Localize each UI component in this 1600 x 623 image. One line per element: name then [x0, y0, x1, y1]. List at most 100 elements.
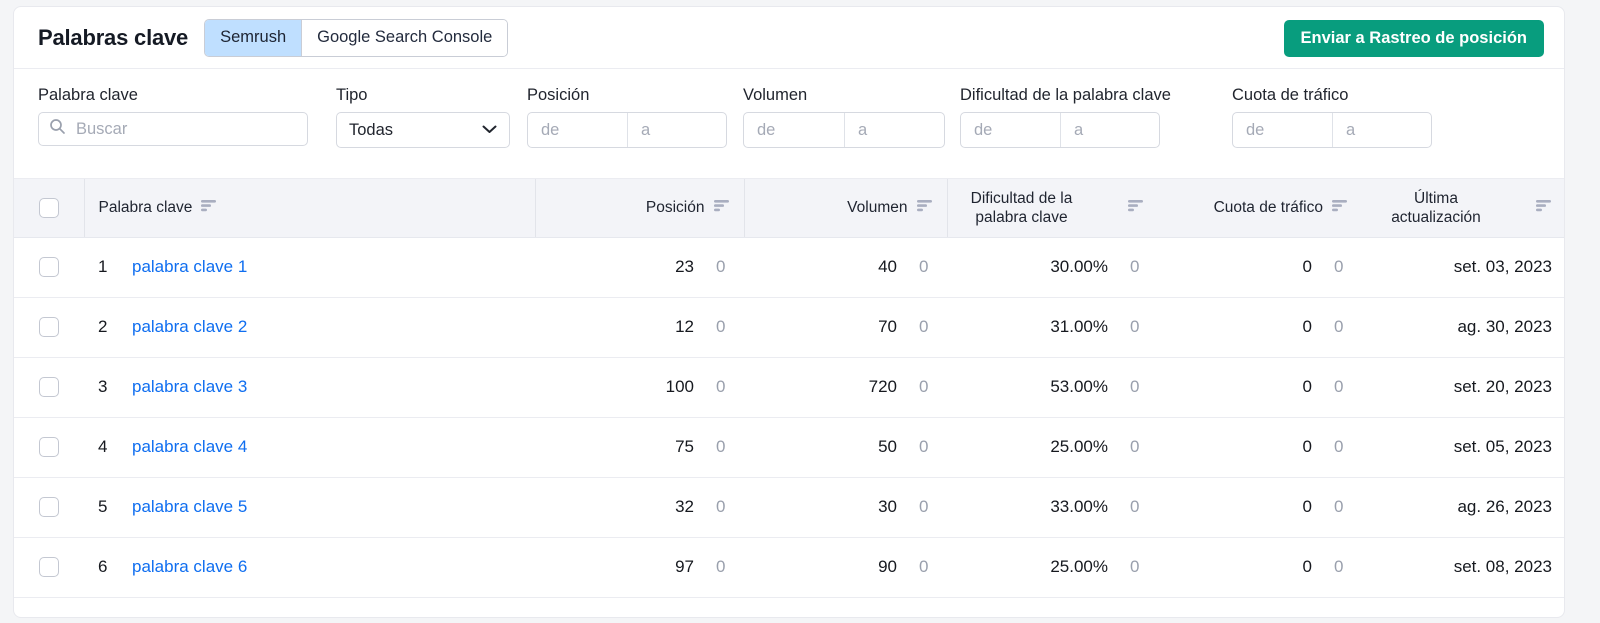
keyword-link[interactable]: palabra clave 4 — [132, 437, 247, 457]
traffic-share-delta: 0 — [1334, 377, 1344, 396]
last-update-cell: set. 20, 2023 — [1362, 357, 1564, 418]
column-header-traffic-share-label: Cuota de tráfico — [1213, 199, 1323, 217]
filter-volume-label: Volumen — [743, 86, 808, 104]
column-header-position-label: Posición — [645, 199, 705, 217]
filter-position: Posición — [527, 85, 727, 148]
position-value: 100 — [665, 377, 694, 396]
position-from-input[interactable] — [528, 113, 627, 147]
row-checkbox[interactable] — [39, 317, 59, 338]
keyword-difficulty-value: 53.00% — [1050, 377, 1108, 396]
column-header-position[interactable]: Posición — [534, 179, 744, 238]
traffic-share-from-input[interactable] — [1233, 113, 1332, 147]
select-all-checkbox[interactable] — [38, 197, 59, 218]
row-checkbox[interactable] — [39, 377, 59, 398]
table-row: 4 palabra clave 4 75 0 50 0 25.00% 0 0 0… — [14, 417, 1564, 478]
sort-icon[interactable] — [1536, 199, 1552, 217]
keyword-cell: 2 palabra clave 2 — [84, 297, 535, 358]
volume-from-input[interactable] — [744, 113, 844, 147]
volume-value: 90 — [878, 557, 897, 576]
volume-delta: 0 — [919, 257, 929, 276]
tab-google-search-console[interactable]: Google Search Console — [301, 19, 508, 56]
keyword-difficulty-to-input[interactable] — [1060, 113, 1159, 147]
keyword-link[interactable]: palabra clave 2 — [132, 317, 247, 337]
keyword-difficulty-from-input[interactable] — [961, 113, 1060, 147]
traffic-share-to-input[interactable] — [1332, 113, 1431, 147]
position-cell: 100 0 — [535, 357, 744, 418]
filter-traffic-share-label: Cuota de tráfico — [1232, 86, 1349, 104]
traffic-share-value: 0 — [1302, 497, 1312, 516]
last-update-cell: ag. 26, 2023 — [1362, 477, 1564, 538]
position-to-input[interactable] — [627, 113, 726, 147]
keyword-difficulty-cell: 25.00% 0 — [947, 417, 1158, 478]
column-header-keyword[interactable]: Palabra clave — [84, 179, 535, 238]
volume-value: 40 — [878, 257, 897, 276]
position-delta: 0 — [716, 377, 726, 396]
column-header-volume-label: Volumen — [847, 199, 908, 217]
column-header-traffic-share[interactable]: Cuota de tráfico — [1158, 179, 1362, 238]
keyword-difficulty-value: 31.00% — [1050, 317, 1108, 336]
position-cell: 75 0 — [535, 417, 744, 478]
column-header-keyword-difficulty[interactable]: Dificultad de la palabra clave — [946, 179, 1158, 238]
traffic-share-cell: 0 0 — [1158, 297, 1362, 358]
keyword-difficulty-delta: 0 — [1130, 497, 1140, 516]
traffic-share-cell: 0 0 — [1158, 477, 1362, 538]
column-header-volume[interactable]: Volumen — [743, 179, 947, 238]
page-title: Palabras clave — [38, 24, 189, 50]
traffic-share-range — [1232, 112, 1432, 148]
row-select-cell — [14, 417, 84, 478]
sort-icon[interactable] — [713, 199, 730, 217]
row-checkbox[interactable] — [39, 497, 59, 518]
table-row: 6 palabra clave 6 97 0 90 0 25.00% 0 0 0… — [14, 537, 1564, 598]
position-cell: 97 0 — [535, 537, 744, 598]
row-select-cell — [14, 537, 84, 598]
keyword-difficulty-value: 33.00% — [1050, 497, 1108, 516]
position-value: 97 — [675, 557, 694, 576]
row-checkbox[interactable] — [39, 437, 59, 458]
search-box[interactable] — [38, 112, 308, 146]
volume-to-input[interactable] — [844, 113, 944, 147]
filter-type-label: Tipo — [336, 86, 368, 104]
position-delta: 0 — [716, 257, 726, 276]
keyword-link[interactable]: palabra clave 1 — [132, 257, 247, 277]
last-update-cell: set. 05, 2023 — [1362, 417, 1564, 478]
keyword-link[interactable]: palabra clave 3 — [132, 377, 247, 397]
chevron-down-icon — [482, 121, 497, 139]
table-row: 2 palabra clave 2 12 0 70 0 31.00% 0 0 0… — [14, 297, 1564, 358]
table-header-row: Palabra clave Posición Volumen Dificulta… — [14, 179, 1564, 238]
keyword-difficulty-cell: 31.00% 0 — [947, 297, 1158, 358]
keyword-cell: 4 palabra clave 4 — [84, 417, 535, 478]
filter-keyword-label: Palabra clave — [38, 86, 138, 104]
row-checkbox[interactable] — [39, 257, 59, 278]
tab-semrush[interactable]: Semrush — [205, 19, 302, 56]
keyword-difficulty-cell: 30.00% 0 — [947, 237, 1158, 298]
row-select-cell — [14, 357, 84, 418]
table-row: 1 palabra clave 1 23 0 40 0 30.00% 0 0 0… — [14, 237, 1564, 298]
row-checkbox[interactable] — [39, 557, 59, 578]
position-value: 23 — [675, 257, 694, 276]
sort-icon[interactable] — [916, 199, 933, 217]
send-to-position-tracking-button[interactable]: Enviar a Rastreo de posición — [1283, 20, 1544, 57]
traffic-share-delta: 0 — [1334, 557, 1344, 576]
sort-icon[interactable] — [1128, 199, 1144, 217]
sort-icon[interactable] — [201, 199, 217, 217]
traffic-share-cell: 0 0 — [1158, 357, 1362, 418]
traffic-share-delta: 0 — [1334, 437, 1344, 456]
row-index: 6 — [98, 557, 108, 576]
search-input[interactable] — [74, 118, 297, 140]
keyword-difficulty-value: 25.00% — [1050, 557, 1108, 576]
row-index: 5 — [98, 497, 108, 516]
position-range — [527, 112, 727, 148]
filter-keyword-difficulty: Dificultad de la palabra clave — [960, 85, 1171, 148]
keyword-link[interactable]: palabra clave 6 — [132, 557, 247, 577]
position-value: 32 — [675, 497, 694, 516]
keyword-difficulty-cell: 33.00% 0 — [947, 477, 1158, 538]
column-header-last-update[interactable]: Última actualización — [1362, 179, 1564, 238]
sort-icon[interactable] — [1332, 199, 1348, 217]
traffic-share-cell: 0 0 — [1158, 537, 1362, 598]
type-select[interactable]: Todas — [336, 112, 510, 148]
keyword-link[interactable]: palabra clave 5 — [132, 497, 247, 517]
keyword-difficulty-cell: 25.00% 0 — [947, 537, 1158, 598]
traffic-share-value: 0 — [1302, 437, 1312, 456]
row-select-cell — [14, 297, 84, 358]
volume-cell: 40 0 — [744, 237, 947, 298]
